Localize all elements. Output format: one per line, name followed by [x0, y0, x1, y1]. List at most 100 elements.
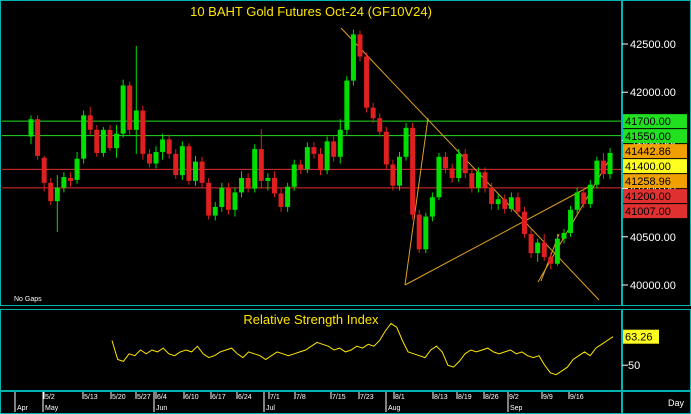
candle-body: [357, 34, 363, 57]
candle-body: [344, 80, 350, 130]
x-tick-label: 8/1: [395, 394, 405, 401]
x-tick-label: 7/8: [296, 394, 306, 401]
x-tick-label: 6/24: [238, 394, 252, 401]
rsi-tick-label: 50: [628, 360, 640, 372]
candle-body: [298, 164, 304, 170]
candle-body: [265, 177, 271, 181]
candle-body: [146, 153, 152, 164]
candle-body: [41, 157, 47, 183]
candle-body: [568, 209, 574, 233]
x-tick-label: 6/4: [157, 394, 167, 401]
candle-body: [61, 177, 67, 188]
candle-body: [173, 153, 179, 176]
candle-body: [120, 85, 126, 134]
candle-body: [219, 187, 225, 207]
candle-body: [350, 34, 356, 81]
candle-body: [28, 119, 34, 137]
candle-body: [206, 182, 212, 216]
candle-body: [166, 139, 172, 154]
candle-body: [81, 115, 87, 159]
candle-body: [581, 192, 587, 205]
candle-body: [291, 164, 297, 187]
candle-body: [436, 156, 442, 198]
chart-window: 42500.0042000.0041500.0041000.0040500.00…: [0, 0, 691, 414]
candle-body: [456, 153, 462, 178]
candle-body: [377, 118, 383, 132]
candle-body: [324, 141, 330, 171]
candle-body: [554, 238, 560, 264]
x-tick-label: 7/23: [360, 394, 374, 401]
no-gaps-note: No Gaps: [14, 296, 42, 303]
candle-body: [186, 146, 192, 181]
price-tick-label: 42500.00: [630, 39, 676, 51]
candle-body: [179, 146, 185, 176]
price-level-label: 41200.00: [625, 191, 671, 203]
candle-body: [245, 177, 251, 189]
x-tick-label: 9/9: [543, 394, 553, 401]
price-panel: [0, 0, 622, 306]
candle-body: [489, 187, 495, 205]
x-tick-label: 8/26: [485, 394, 499, 401]
candle-body: [285, 186, 291, 207]
candle-body: [587, 184, 593, 205]
candle-body: [239, 177, 245, 193]
candle-body: [462, 153, 468, 174]
x-tick-label: 8/13: [434, 394, 448, 401]
x-tick-label: 5/27: [137, 394, 151, 401]
x-tick-label: 5/20: [112, 394, 126, 401]
rsi-axis: [622, 309, 691, 391]
candle-body: [522, 211, 527, 234]
month-label: Aug: [388, 405, 401, 412]
candle-body: [304, 147, 310, 170]
candle-body: [528, 233, 534, 254]
month-label: Sep: [510, 405, 523, 412]
candle-body: [449, 168, 455, 178]
candle-body: [541, 242, 547, 258]
price-level-label: 41550.00: [625, 131, 671, 143]
x-tick-label: 5/13: [84, 394, 98, 401]
chart-canvas: 42500.0042000.0041500.0041000.0040500.00…: [0, 0, 691, 414]
candle-body: [337, 129, 343, 157]
candle-body: [364, 56, 370, 108]
price-level-label: 41007.00: [625, 206, 671, 218]
candle-body: [574, 192, 580, 210]
candle-body: [232, 192, 238, 210]
candle-body: [508, 197, 514, 209]
candle-body: [410, 127, 416, 215]
candle-body: [370, 107, 376, 119]
candle-body: [35, 119, 41, 156]
candle-body: [127, 85, 133, 130]
price-level-label: 41400.00: [625, 161, 671, 173]
month-label: Jun: [156, 405, 167, 412]
rsi-last-value: 63.26: [625, 332, 653, 344]
candle-body: [54, 187, 60, 202]
candle-body: [396, 156, 402, 186]
candle-body: [193, 161, 198, 181]
candle-body: [607, 152, 613, 175]
price-tick-label: 40000.00: [630, 280, 676, 292]
candle-body: [475, 172, 481, 188]
x-tick-label: 6/17: [212, 394, 226, 401]
candle-body: [252, 149, 258, 189]
x-tick-label: 9/16: [570, 394, 584, 401]
candle-body: [271, 177, 277, 194]
candle-body: [153, 151, 159, 164]
candle-body: [311, 147, 317, 154]
x-tick-label: 9/2: [509, 394, 519, 401]
candle-body: [74, 158, 80, 180]
candle-body: [535, 242, 541, 254]
candle-body: [278, 193, 284, 207]
candle-body: [114, 133, 120, 149]
price-tick-label: 42000.00: [630, 87, 676, 99]
candle-body: [212, 206, 218, 216]
price-level-label: 41258.96: [625, 176, 671, 188]
candle-body: [416, 214, 422, 250]
candle-body: [94, 129, 100, 153]
candle-body: [502, 199, 508, 209]
price-tick-label: 40500.00: [630, 232, 676, 244]
day-label: Day: [668, 398, 685, 408]
candle-body: [318, 153, 324, 171]
candle-body: [199, 161, 205, 183]
month-label: Apr: [17, 405, 29, 412]
chart-title: 10 BAHT Gold Futures Oct-24 (GF10V24): [190, 4, 432, 19]
